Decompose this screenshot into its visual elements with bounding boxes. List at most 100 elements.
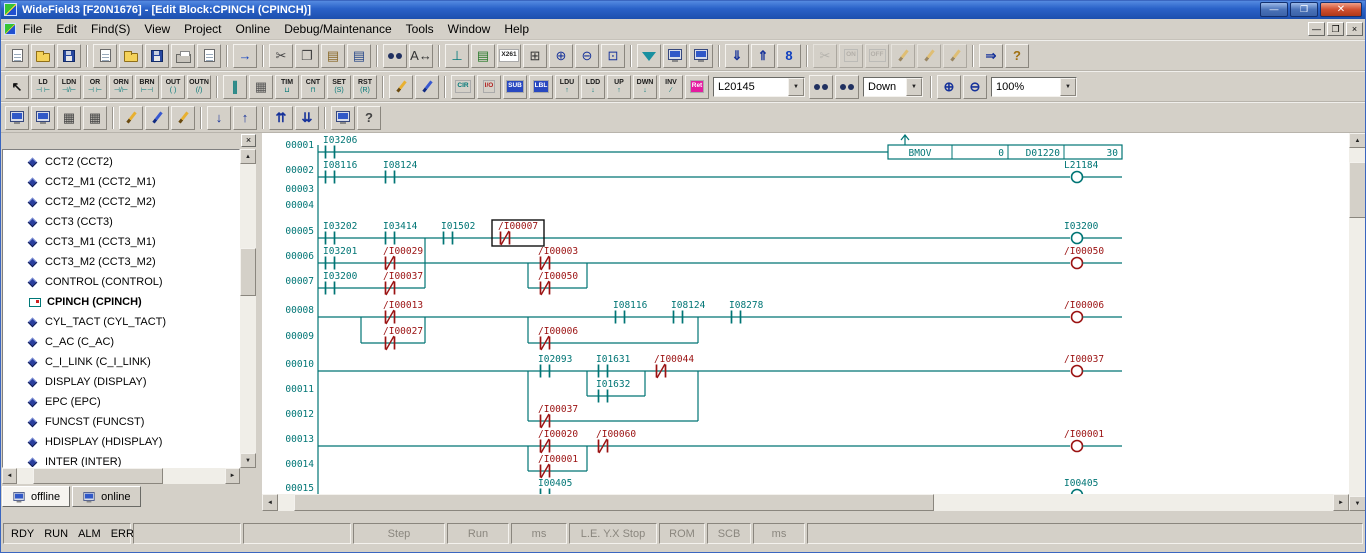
editor-vertical-scrollbar[interactable]: ▲ ▼	[1349, 133, 1366, 511]
tree-item-cpinch[interactable]: CPINCH (CPINCH)	[3, 292, 239, 312]
instr-branch[interactable]: BRN⊢⊣	[135, 75, 159, 99]
ladder-canvas[interactable]: 0000100002000030000400005000060000700008…	[262, 133, 1349, 494]
instr-ldu[interactable]: LDU↑	[555, 75, 579, 99]
new-block[interactable]	[93, 44, 117, 68]
contact-I00037[interactable]: /I00037	[383, 271, 423, 295]
help-topics[interactable]: ?	[1005, 44, 1029, 68]
scroll-track[interactable]	[278, 494, 1333, 511]
comment-display[interactable]: ▤	[471, 44, 495, 68]
registration-table-2[interactable]: ▦	[83, 106, 107, 130]
copy[interactable]: ❐	[295, 44, 319, 68]
contact-I00044[interactable]: /I00044	[654, 354, 694, 378]
instr-set[interactable]: SET(S)	[327, 75, 351, 99]
contact-I00027[interactable]: /I00027	[383, 326, 423, 350]
find-device-in-block[interactable]	[835, 75, 859, 99]
tree-item-display[interactable]: DISPLAY (DISPLAY)	[3, 372, 239, 392]
menu-find-s[interactable]: Find(S)	[84, 20, 137, 38]
circuit-monitor[interactable]	[689, 44, 713, 68]
list-edit-2[interactable]	[145, 106, 169, 130]
instr-outn[interactable]: OUTN(/)	[187, 75, 211, 99]
instr-inv[interactable]: INV∕	[659, 75, 683, 99]
instr-ldd[interactable]: LDD↓	[581, 75, 605, 99]
screen-view[interactable]	[331, 106, 355, 130]
menu-view[interactable]: View	[137, 20, 177, 38]
save-block[interactable]	[145, 44, 169, 68]
scroll-thumb[interactable]	[1349, 162, 1366, 218]
move-down[interactable]: ↓	[207, 106, 231, 130]
scroll-left-icon[interactable]: ◄	[262, 494, 278, 511]
wiring-grid[interactable]: ▦	[249, 75, 273, 99]
scroll-up-icon[interactable]: ▲	[240, 149, 256, 164]
contact-I03414[interactable]: I03414	[383, 221, 418, 245]
close-button[interactable]: ✕	[1320, 2, 1362, 17]
contact-I08116[interactable]: I08116	[323, 160, 358, 184]
contact-I03206[interactable]: I03206	[323, 135, 358, 159]
online-edit-insert[interactable]	[917, 44, 941, 68]
paste-extended[interactable]: ▤	[347, 44, 371, 68]
instr-ld[interactable]: LD⊣ ⊢	[31, 75, 55, 99]
column-setting[interactable]: ⊞	[523, 44, 547, 68]
editor-horizontal-scrollbar[interactable]: ◄ ►	[262, 494, 1349, 511]
scroll-right-icon[interactable]: ►	[1333, 494, 1349, 511]
download-to-plc[interactable]: ⇓	[725, 44, 749, 68]
contact-I00050[interactable]: /I00050	[538, 271, 578, 295]
instr-or[interactable]: OR⊣ ⊢	[83, 75, 107, 99]
tab-online[interactable]: online	[72, 486, 140, 507]
coil-I03200[interactable]: I03200	[1064, 221, 1122, 244]
scroll-track[interactable]	[17, 468, 225, 484]
contact-I00060[interactable]: /I00060	[596, 429, 636, 453]
upload-from-plc[interactable]: ⇑	[751, 44, 775, 68]
vertical-line[interactable]: ∥	[223, 75, 247, 99]
tree-horizontal-scrollbar[interactable]: ◄ ►	[2, 468, 240, 484]
coil-I00050[interactable]: /I00050	[1064, 246, 1122, 269]
open-project[interactable]	[31, 44, 55, 68]
find[interactable]	[383, 44, 407, 68]
filter-setting[interactable]	[637, 44, 661, 68]
force-reset[interactable]: OFF	[865, 44, 889, 68]
find-device[interactable]	[809, 75, 833, 99]
tree-item-cct2[interactable]: CCT2 (CCT2)	[3, 152, 239, 172]
contact-I02093[interactable]: I02093	[538, 354, 572, 378]
menu-edit[interactable]: Edit	[49, 20, 84, 38]
tree-item-cct2_m2[interactable]: CCT2_M2 (CCT2_M2)	[3, 192, 239, 212]
contact-I01502[interactable]: I01502	[441, 221, 475, 245]
scroll-up-icon[interactable]: ▲	[1349, 133, 1366, 148]
select-mode[interactable]: ↖	[5, 75, 29, 99]
instr-out[interactable]: OUT( )	[161, 75, 185, 99]
tree-item-cct2_m1[interactable]: CCT2_M1 (CCT2_M1)	[3, 172, 239, 192]
device-combo[interactable]: L20145▼	[713, 77, 805, 97]
replace[interactable]: A↔	[409, 44, 433, 68]
scroll-thumb[interactable]	[294, 494, 934, 511]
tree-item-hdisplay[interactable]: HDISPLAY (HDISPLAY)	[3, 432, 239, 452]
chevron-down-icon[interactable]: ▼	[788, 78, 804, 96]
new-project[interactable]	[5, 44, 29, 68]
registration-table-1[interactable]: ▦	[57, 106, 81, 130]
delete-line[interactable]	[415, 75, 439, 99]
mdi-restore-button[interactable]: ❐	[1327, 22, 1344, 36]
coil-I00006[interactable]: /I00006	[1064, 300, 1122, 323]
minimize-button[interactable]: —	[1260, 2, 1288, 17]
mdi-close-button[interactable]: ×	[1346, 22, 1363, 36]
zoom-level-combo[interactable]: 100%▼	[991, 77, 1077, 97]
convert-block[interactable]: →	[233, 44, 257, 68]
tree-item-cct3[interactable]: CCT3 (CCT3)	[3, 212, 239, 232]
tree-item-cyl_tact[interactable]: CYL_TACT (CYL_TACT)	[3, 312, 239, 332]
contact-I00003[interactable]: /I00003	[538, 246, 578, 270]
instr-tim[interactable]: TIM⊔	[275, 75, 299, 99]
scroll-track[interactable]	[240, 164, 256, 453]
menu-online[interactable]: Online	[229, 20, 278, 38]
restore-button[interactable]: ❐	[1290, 2, 1318, 17]
list-edit-1[interactable]	[119, 106, 143, 130]
menu-tools[interactable]: Tools	[399, 20, 441, 38]
scroll-down-icon[interactable]: ▼	[240, 453, 256, 468]
contact-I00029[interactable]: /I00029	[383, 246, 423, 270]
instr-ldn[interactable]: LDN⊣/⊢	[57, 75, 81, 99]
function-block-bmov[interactable]: BMOV0D0122030	[888, 145, 1122, 159]
menu-debug-maintenance[interactable]: Debug/Maintenance	[277, 20, 398, 38]
chevron-down-icon[interactable]: ▼	[1060, 78, 1076, 96]
tree-item-c_i_link[interactable]: C_I_LINK (C_I_LINK)	[3, 352, 239, 372]
zoom-whole[interactable]: ⊡	[601, 44, 625, 68]
menu-project[interactable]: Project	[177, 20, 228, 38]
online-edit-write[interactable]	[891, 44, 915, 68]
online-edit-cut[interactable]: ✂	[813, 44, 837, 68]
